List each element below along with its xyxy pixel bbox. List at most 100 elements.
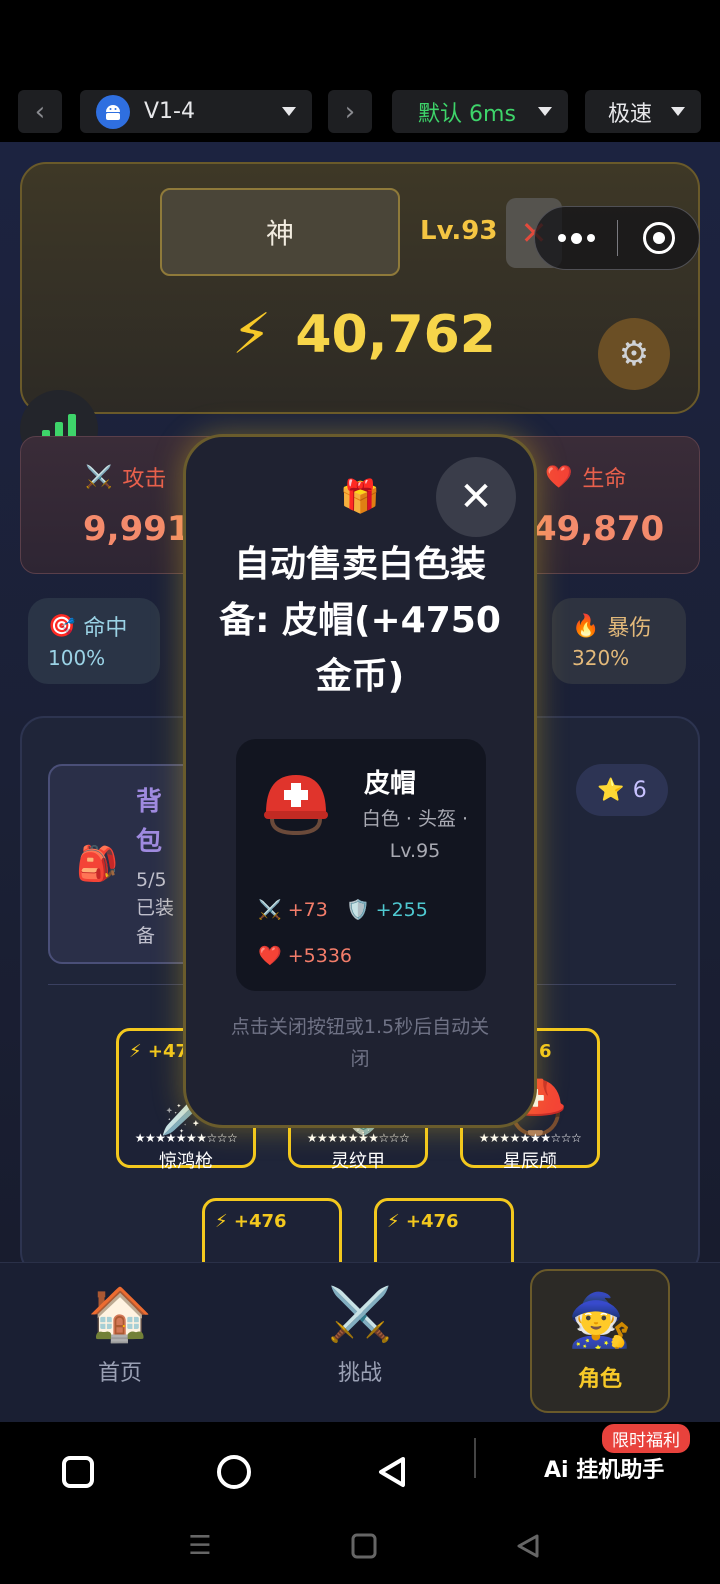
lightning-icon: ⚡ [215,1211,228,1232]
back-nav-button[interactable]: ‹ [18,90,62,133]
attack-label-row: ⚔️ 攻击 [85,461,166,493]
item-meta: 白色 · 头盔 · Lv.95 [361,808,469,862]
hit-value: 100% [48,646,106,670]
hp-label: 生命 [582,467,627,492]
item-attack: +73 [287,899,328,921]
close-icon: ✕ [459,474,493,520]
hit-label-row: 🎯 命中 [48,610,127,642]
bottom-nav: 🏠 首页 ⚔️ 挑战 🧙 角色 [0,1262,720,1422]
mage-icon: 🧙 [567,1290,633,1351]
critdmg-label-row: 🔥 暴伤 [572,610,651,642]
equip-slot-5[interactable]: ⚡ +476 [374,1198,514,1262]
auto-sell-modal: 🎁 ✕ 自动售卖白色装备: 皮帽(+4750金币) 皮帽 白色 · 头盔 · L… [183,434,537,1128]
network-selector[interactable]: 默认 6ms [392,90,568,133]
critdmg-label: 暴伤 [607,616,652,641]
equip-power: 6 [539,1041,552,1062]
equip-name: 惊鸿枪 [159,1151,213,1172]
miniprogram-capsule [534,206,700,270]
gear-icon[interactable]: ⚙ [598,318,670,390]
square-small-icon[interactable] [344,1526,384,1566]
nav-home[interactable]: 🏠 首页 [50,1263,190,1407]
lightning-icon: ⚡ [232,302,272,367]
app-logo[interactable]: Ai 挂机助手 [544,1452,664,1484]
hero-card: 神 Lv.93 ✕ ⚡ 40,762 ⚙ [20,162,700,414]
exit-miniprogram-button[interactable] [618,222,699,254]
speed-selector[interactable]: 极速 [585,90,701,133]
caret-down-icon [538,107,552,116]
item-stats-row-2: ❤️ +5336 [258,933,428,979]
hit-label: 命中 [83,616,128,641]
speed-label: 极速 [607,101,652,127]
equip-name: 灵纹甲 [331,1151,385,1172]
attack-label: 攻击 [122,467,167,492]
critdmg-value: 320% [572,646,630,670]
recents-button[interactable] [48,1442,108,1502]
hero-level: Lv.93 [420,216,498,246]
equip-power: ⚡ +476 [387,1211,459,1232]
promo-badge[interactable]: 限时福利 [602,1424,690,1453]
nav-challenge-label: 挑战 [337,1360,382,1386]
star-count: 6 [632,777,647,803]
caret-down-icon [282,107,296,116]
modal-hint: 点击关闭按钮或1.5秒后自动关闭 [230,1016,490,1070]
heart-icon: ❤️ [545,464,573,490]
power-value: 40,762 [295,304,496,365]
dot [570,232,582,244]
equip-power: ⚡ +476 [215,1211,287,1232]
record-icon [642,222,675,254]
nav-character-label: 角色 [577,1366,622,1392]
device-label: V1-4 [144,99,195,124]
equip-power-value: +476 [233,1211,287,1232]
android-icon [96,94,130,129]
modal-title: 自动售卖白色装备: 皮帽(+4750金币) [219,544,501,697]
item-stats: ⚔️ +73 🛡️ +255 ❤️ +5336 [258,887,428,979]
bag-title: 背包 [136,787,163,857]
chevron-right-icon: › [344,96,356,127]
equip-name: 星辰颅 [503,1151,557,1172]
forward-nav-button[interactable]: › [328,90,372,133]
triangle-back-icon [379,1457,405,1487]
swords-icon: ⚔️ [85,464,113,490]
lightning-icon: ⚡ [129,1041,142,1062]
divider [474,1438,476,1478]
device-selector[interactable]: V1-4 [80,90,312,133]
item-stats-row-1: ⚔️ +73 🛡️ +255 [258,887,428,933]
bag-button[interactable]: 🎒 背包 5/5 已装备 [48,764,198,964]
equip-power-value: 6 [539,1041,552,1062]
target-icon: 🎯 [48,613,76,639]
modal-close-button[interactable]: ✕ [436,457,516,537]
menu-icon[interactable]: ☰ [180,1526,220,1566]
star-icon: ⭐ [597,777,625,803]
chevron-left-icon: ‹ [34,96,46,127]
star-count-badge: ⭐ 6 [576,764,668,816]
bag-count: 5/5 已装备 [136,869,175,947]
record-dot [652,232,665,244]
nav-character[interactable]: 🧙 角色 [530,1269,670,1413]
dot [586,234,595,242]
hp-value: 49,870 [533,509,665,549]
critdmg-chip: 🔥 暴伤 320% [552,598,686,684]
backpack-icon: 🎒 [76,844,119,884]
nav-challenge[interactable]: ⚔️ 挑战 [290,1263,430,1407]
network-label: 默认 6ms [418,101,516,127]
item-defense: +255 [375,899,428,921]
emulator-toolbar: ‹ V1-4 › 默认 6ms 极速 [0,0,720,142]
attack-value: 9,991 [83,509,191,549]
swords-icon: ⚔️ [258,899,282,921]
caret-down-icon [671,107,685,116]
more-options-button[interactable] [535,232,617,244]
home-button[interactable] [204,1442,264,1502]
equip-stars: ★★★★★★★☆☆☆ [306,1131,410,1145]
equip-stars: ★★★★★★★☆☆☆ [478,1131,582,1145]
equip-power: ⚡ +47 [129,1041,188,1062]
back-button[interactable] [362,1442,422,1502]
helmet-icon [264,775,328,836]
hero-title-button[interactable]: 神 [160,188,400,276]
equip-power-value: +476 [405,1211,459,1232]
system-nav-bar: Ai 挂机助手 限时福利 ☰ [0,1422,720,1584]
back-small-icon[interactable] [508,1526,548,1566]
nav-home-label: 首页 [97,1360,142,1386]
shield-icon: 🛡️ [345,899,370,921]
equip-slot-4[interactable]: ⚡ +476 [202,1198,342,1262]
square-icon [62,1456,94,1488]
